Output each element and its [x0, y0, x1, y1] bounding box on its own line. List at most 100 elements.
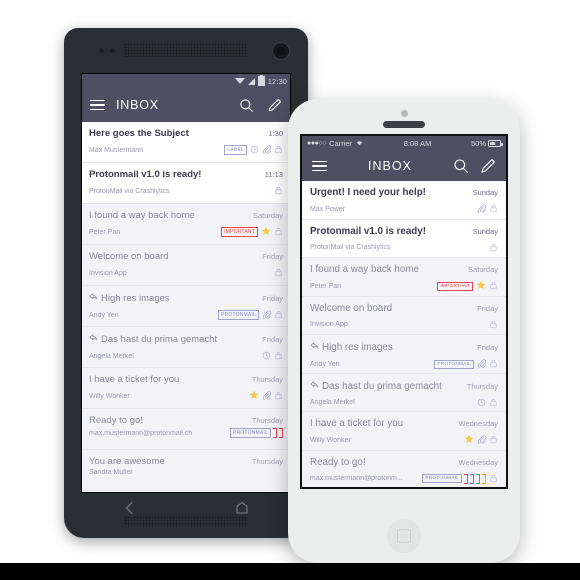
mail-row[interactable]: I found a way back home Saturday Peter Pan… [82, 204, 290, 245]
color-label-tabs [271, 428, 283, 438]
mail-meta-icons [246, 387, 283, 405]
mail-label-badge: PROTONMAIL [218, 310, 259, 320]
mail-time: 11:13 [264, 170, 283, 179]
search-icon[interactable] [239, 98, 254, 113]
mail-time: Sunday [472, 226, 498, 236]
home-icon[interactable] [234, 500, 250, 516]
star-icon[interactable] [258, 223, 271, 241]
color-label-tab [476, 473, 480, 484]
mail-row[interactable]: Das hast du prima gemacht Thursday Angela … [302, 373, 506, 412]
mail-subject: High res images [310, 341, 393, 353]
scene-stage: 12:30 INBOX Here goes the Subject 1:30 M… [0, 0, 580, 580]
mail-row[interactable]: Urgent! I need your help! Sunday Max Power [302, 181, 506, 220]
mail-meta-icons: PROTONMAIL [419, 470, 498, 488]
mail-sender: Invision App [89, 269, 127, 277]
mail-time: Thursday [466, 381, 498, 391]
page-title: INBOX [116, 98, 159, 112]
lock-icon [271, 182, 283, 200]
star-icon[interactable] [461, 431, 474, 449]
mail-row[interactable]: You are awesome Thursday Sandra Muller [82, 450, 290, 491]
android-app-bar: INBOX [82, 88, 290, 122]
star-icon[interactable] [246, 387, 259, 405]
mail-sender: Willy Wonker [89, 392, 130, 400]
mail-subject: I have a ticket for you [89, 374, 180, 385]
page-title: INBOX [368, 159, 412, 173]
compose-pencil-icon[interactable] [480, 158, 496, 174]
back-chevron-icon[interactable] [122, 500, 138, 516]
mail-time: Friday [477, 343, 498, 352]
front-camera-icon [272, 42, 290, 60]
mail-label-badge: IMPORTANT [437, 281, 473, 291]
attachment-paperclip-icon [259, 387, 272, 405]
clock-icon [474, 394, 486, 412]
mail-sender: Sandra Muller [89, 469, 133, 476]
lock-icon [271, 306, 283, 324]
android-screen: 12:30 INBOX Here goes the Subject 1:30 M… [81, 73, 291, 493]
mail-row[interactable]: Protonmail v1.0 is ready! 11:13 ProtonMail… [82, 163, 290, 204]
mail-meta-icons [461, 431, 498, 449]
compose-pencil-icon[interactable] [267, 98, 282, 113]
mail-subject: Ready to go! [310, 456, 366, 468]
mail-row[interactable]: Ready to go! Thursday max.mustermann@proto… [82, 409, 290, 450]
lock-icon [271, 347, 283, 365]
mail-row[interactable]: I have a ticket for you Thursday Willy Won… [82, 368, 290, 409]
iphone-mail-list[interactable]: Urgent! I need your help! Sunday Max Power… [302, 181, 506, 488]
mail-time: Thursday [251, 416, 283, 425]
mail-time: Sunday [472, 188, 498, 197]
mail-meta-icons: LABEL [221, 141, 283, 159]
color-label-tab [470, 473, 474, 484]
mail-row[interactable]: High res images Friday Andy Yen PROTONMAIL [302, 335, 506, 374]
mail-row[interactable]: High res images Friday Andy Yen PROTONMAIL [82, 286, 290, 327]
search-icon[interactable] [453, 158, 469, 174]
hamburger-menu-icon[interactable] [312, 160, 327, 172]
mail-row[interactable]: Ready to go! Wednesday max.mustermann@prot… [302, 450, 506, 488]
mail-time: Friday [262, 335, 283, 344]
mail-row[interactable]: Protonmail v1.0 is ready! Sunday ProtonMai… [302, 219, 506, 258]
lock-icon [486, 239, 498, 257]
mail-row[interactable]: I found a way back home Saturday Peter Pan… [302, 258, 506, 297]
carrier-label: Carrier [329, 139, 353, 148]
android-mail-list[interactable]: Here goes the Subject 1:30 Max Mustermann L… [82, 122, 290, 491]
home-button-square-icon [397, 529, 411, 543]
home-button[interactable] [387, 519, 421, 553]
mail-row[interactable]: Here goes the Subject 1:30 Max Mustermann L… [82, 122, 290, 163]
mail-meta-icons [271, 182, 283, 200]
mail-meta-icons [486, 316, 498, 334]
mail-time: Wednesday [458, 457, 498, 467]
bottom-speaker-grille [124, 516, 248, 526]
attachment-paperclip-icon [259, 141, 272, 159]
signal-dots-icon: ●●●○○ [307, 140, 327, 147]
attachment-paperclip-icon [474, 355, 487, 373]
mail-row[interactable]: Welcome on board Friday Invision App [302, 296, 506, 335]
mail-sender: Max Mustermann [89, 146, 144, 154]
iphone-screen: ●●●○○ Carrier 8:08 AM 50% INBOX Urgent! … [300, 134, 508, 489]
mail-meta-icons [271, 264, 283, 282]
mail-sender: Peter Pan [89, 228, 121, 236]
mail-meta-icons: IMPORTANT [434, 277, 498, 295]
mail-subject: You are awesome [89, 456, 165, 467]
star-icon[interactable] [473, 277, 486, 295]
lock-icon [486, 277, 498, 295]
mail-row[interactable]: I have a ticket for you Wednesday Willy Wo… [302, 412, 506, 451]
mail-sender: Andy Yen [310, 360, 340, 368]
color-label-tab [273, 428, 277, 438]
mail-label-badge: IMPORTANT [221, 227, 258, 237]
lock-icon [486, 431, 498, 449]
hamburger-menu-icon[interactable] [90, 99, 105, 111]
mail-meta-icons: PROTONMAIL [215, 306, 283, 324]
earpiece-grille [124, 43, 248, 57]
mail-row[interactable]: Das hast du prima gemacht Friday Angela Me… [82, 327, 290, 368]
mail-subject: Protonmail v1.0 is ready! [89, 169, 202, 180]
mail-subject: Das hast du prima gemacht [310, 380, 442, 392]
mail-sender: ProtonMail via Crashlytics [310, 244, 391, 251]
android-top-chrome [64, 28, 308, 72]
mail-time: Thursday [251, 375, 283, 384]
mail-label-badge: PROTONMAIL [230, 428, 271, 438]
mail-time: Saturday [252, 211, 283, 220]
mail-meta-icons: PROTONMAIL [431, 355, 498, 373]
mail-row[interactable]: Welcome on board Friday Invision App [82, 245, 290, 286]
mail-meta-icons [259, 347, 283, 365]
mail-subject: I found a way back home [89, 210, 195, 221]
lock-icon [486, 470, 498, 488]
mail-sender: Peter Pan [310, 282, 342, 290]
